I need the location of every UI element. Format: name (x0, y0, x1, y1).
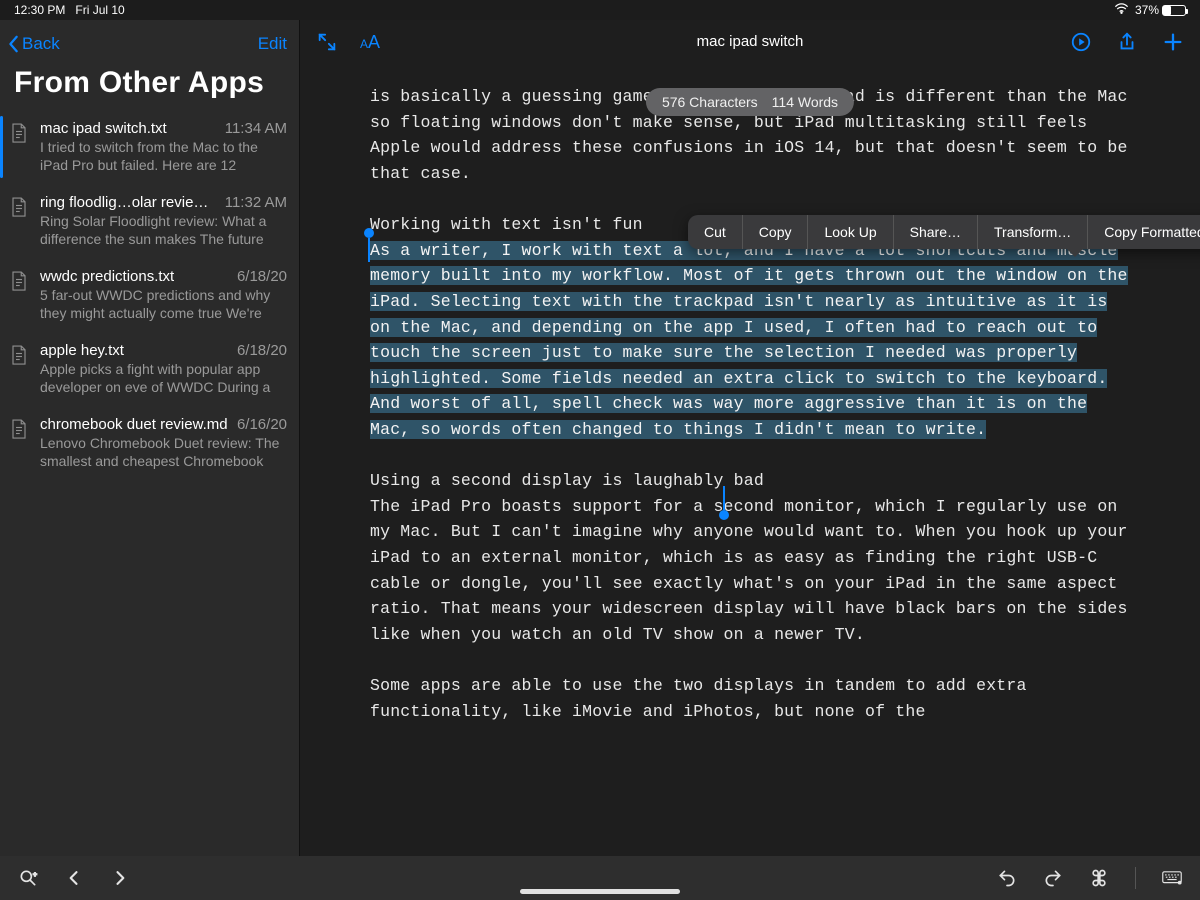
ctx-cut[interactable]: Cut (688, 215, 743, 249)
ctx-copy[interactable]: Copy (743, 215, 809, 249)
svg-text:+: + (33, 871, 37, 878)
doc-time: 6/18/20 (237, 342, 287, 359)
ctx-share[interactable]: Share… (894, 215, 978, 249)
next-icon[interactable] (110, 868, 130, 888)
doc-time: 6/18/20 (237, 268, 287, 285)
doc-preview: I tried to switch from the Mac to the iP… (40, 139, 287, 174)
prev-icon[interactable] (64, 868, 84, 888)
document-icon (10, 196, 30, 248)
doc-name: ring floodlig…olar review.txt (40, 194, 217, 211)
status-bar: 12:30 PM Fri Jul 10 37% (0, 0, 1200, 20)
context-menu: Cut Copy Look Up Share… Transform… Copy … (688, 215, 1200, 249)
list-item[interactable]: ring floodlig…olar review.txt 11:32 AM Ri… (0, 184, 299, 258)
sidebar-title: From Other Apps (0, 62, 299, 110)
document-icon (10, 418, 30, 470)
doc-name: wwdc predictions.txt (40, 268, 174, 285)
char-count: 576 Characters (662, 94, 758, 110)
ctx-transform[interactable]: Transform… (978, 215, 1088, 249)
document-icon (10, 344, 30, 396)
selection-start-handle[interactable] (368, 238, 370, 262)
doc-preview: Apple picks a fight with popular app dev… (40, 361, 287, 396)
divider (1135, 867, 1136, 889)
body-text[interactable]: Some apps are able to use the two displa… (370, 673, 1130, 724)
doc-preview: 5 far-out WWDC predictions and why they … (40, 287, 287, 322)
edit-button[interactable]: Edit (258, 34, 287, 54)
command-icon[interactable] (1089, 868, 1109, 888)
list-item[interactable]: mac ipad switch.txt 11:34 AM I tried to s… (0, 110, 299, 184)
doc-time: 11:34 AM (225, 120, 287, 137)
sidebar: Back Edit From Other Apps mac ipad switc… (0, 20, 300, 856)
word-count: 114 Words (772, 94, 838, 110)
expand-icon[interactable] (316, 31, 338, 53)
ctx-lookup[interactable]: Look Up (808, 215, 893, 249)
keyboard-icon[interactable] (1162, 868, 1182, 888)
document-icon (10, 122, 30, 174)
doc-name: chromebook duet review.md (40, 416, 228, 433)
document-list[interactable]: mac ipad switch.txt 11:34 AM I tried to s… (0, 110, 299, 856)
doc-name: apple hey.txt (40, 342, 124, 359)
doc-time: 11:32 AM (225, 194, 287, 211)
document-icon (10, 270, 30, 322)
doc-preview: Lenovo Chromebook Duet review: The small… (40, 435, 287, 470)
list-item[interactable]: chromebook duet review.md 6/16/20 Lenovo … (0, 406, 299, 480)
selection-stats: 576 Characters 114 Words (646, 88, 854, 116)
section-heading[interactable]: Using a second display is laughably bad (370, 468, 1130, 494)
search-icon[interactable]: + (18, 868, 38, 888)
ctx-copy-formatted[interactable]: Copy Formatted (1088, 215, 1200, 249)
doc-preview: Ring Solar Floodlight review: What a dif… (40, 213, 287, 248)
list-item[interactable]: apple hey.txt 6/18/20 Apple picks a fight… (0, 332, 299, 406)
battery-indicator: 37% (1135, 3, 1186, 17)
body-text[interactable]: The iPad Pro boasts support for a second… (370, 494, 1130, 647)
selected-text[interactable]: As a writer, I work with text a lot, and… (370, 238, 1130, 443)
editor-body[interactable]: is basically a guessing game. I get that… (300, 64, 1200, 856)
selection-end-handle[interactable] (723, 486, 725, 510)
home-indicator[interactable] (520, 889, 680, 894)
preview-icon[interactable] (1070, 31, 1092, 53)
doc-time: 6/16/20 (237, 416, 287, 433)
list-item[interactable]: wwdc predictions.txt 6/18/20 5 far-out WW… (0, 258, 299, 332)
share-icon[interactable] (1116, 31, 1138, 53)
redo-icon[interactable] (1043, 868, 1063, 888)
bottom-toolbar: + (0, 856, 1200, 900)
back-label: Back (22, 34, 60, 54)
editor-pane: AA mac ipad switch 576 Characters 114 Wo… (300, 20, 1200, 856)
document-title: mac ipad switch (300, 20, 1200, 64)
text-size-button[interactable]: AA (360, 32, 380, 53)
wifi-icon (1114, 3, 1129, 17)
back-button[interactable]: Back (8, 34, 60, 54)
doc-name: mac ipad switch.txt (40, 120, 167, 137)
status-date: Fri Jul 10 (75, 3, 124, 17)
status-time: 12:30 PM (14, 3, 65, 17)
undo-icon[interactable] (997, 868, 1017, 888)
new-icon[interactable] (1162, 31, 1184, 53)
